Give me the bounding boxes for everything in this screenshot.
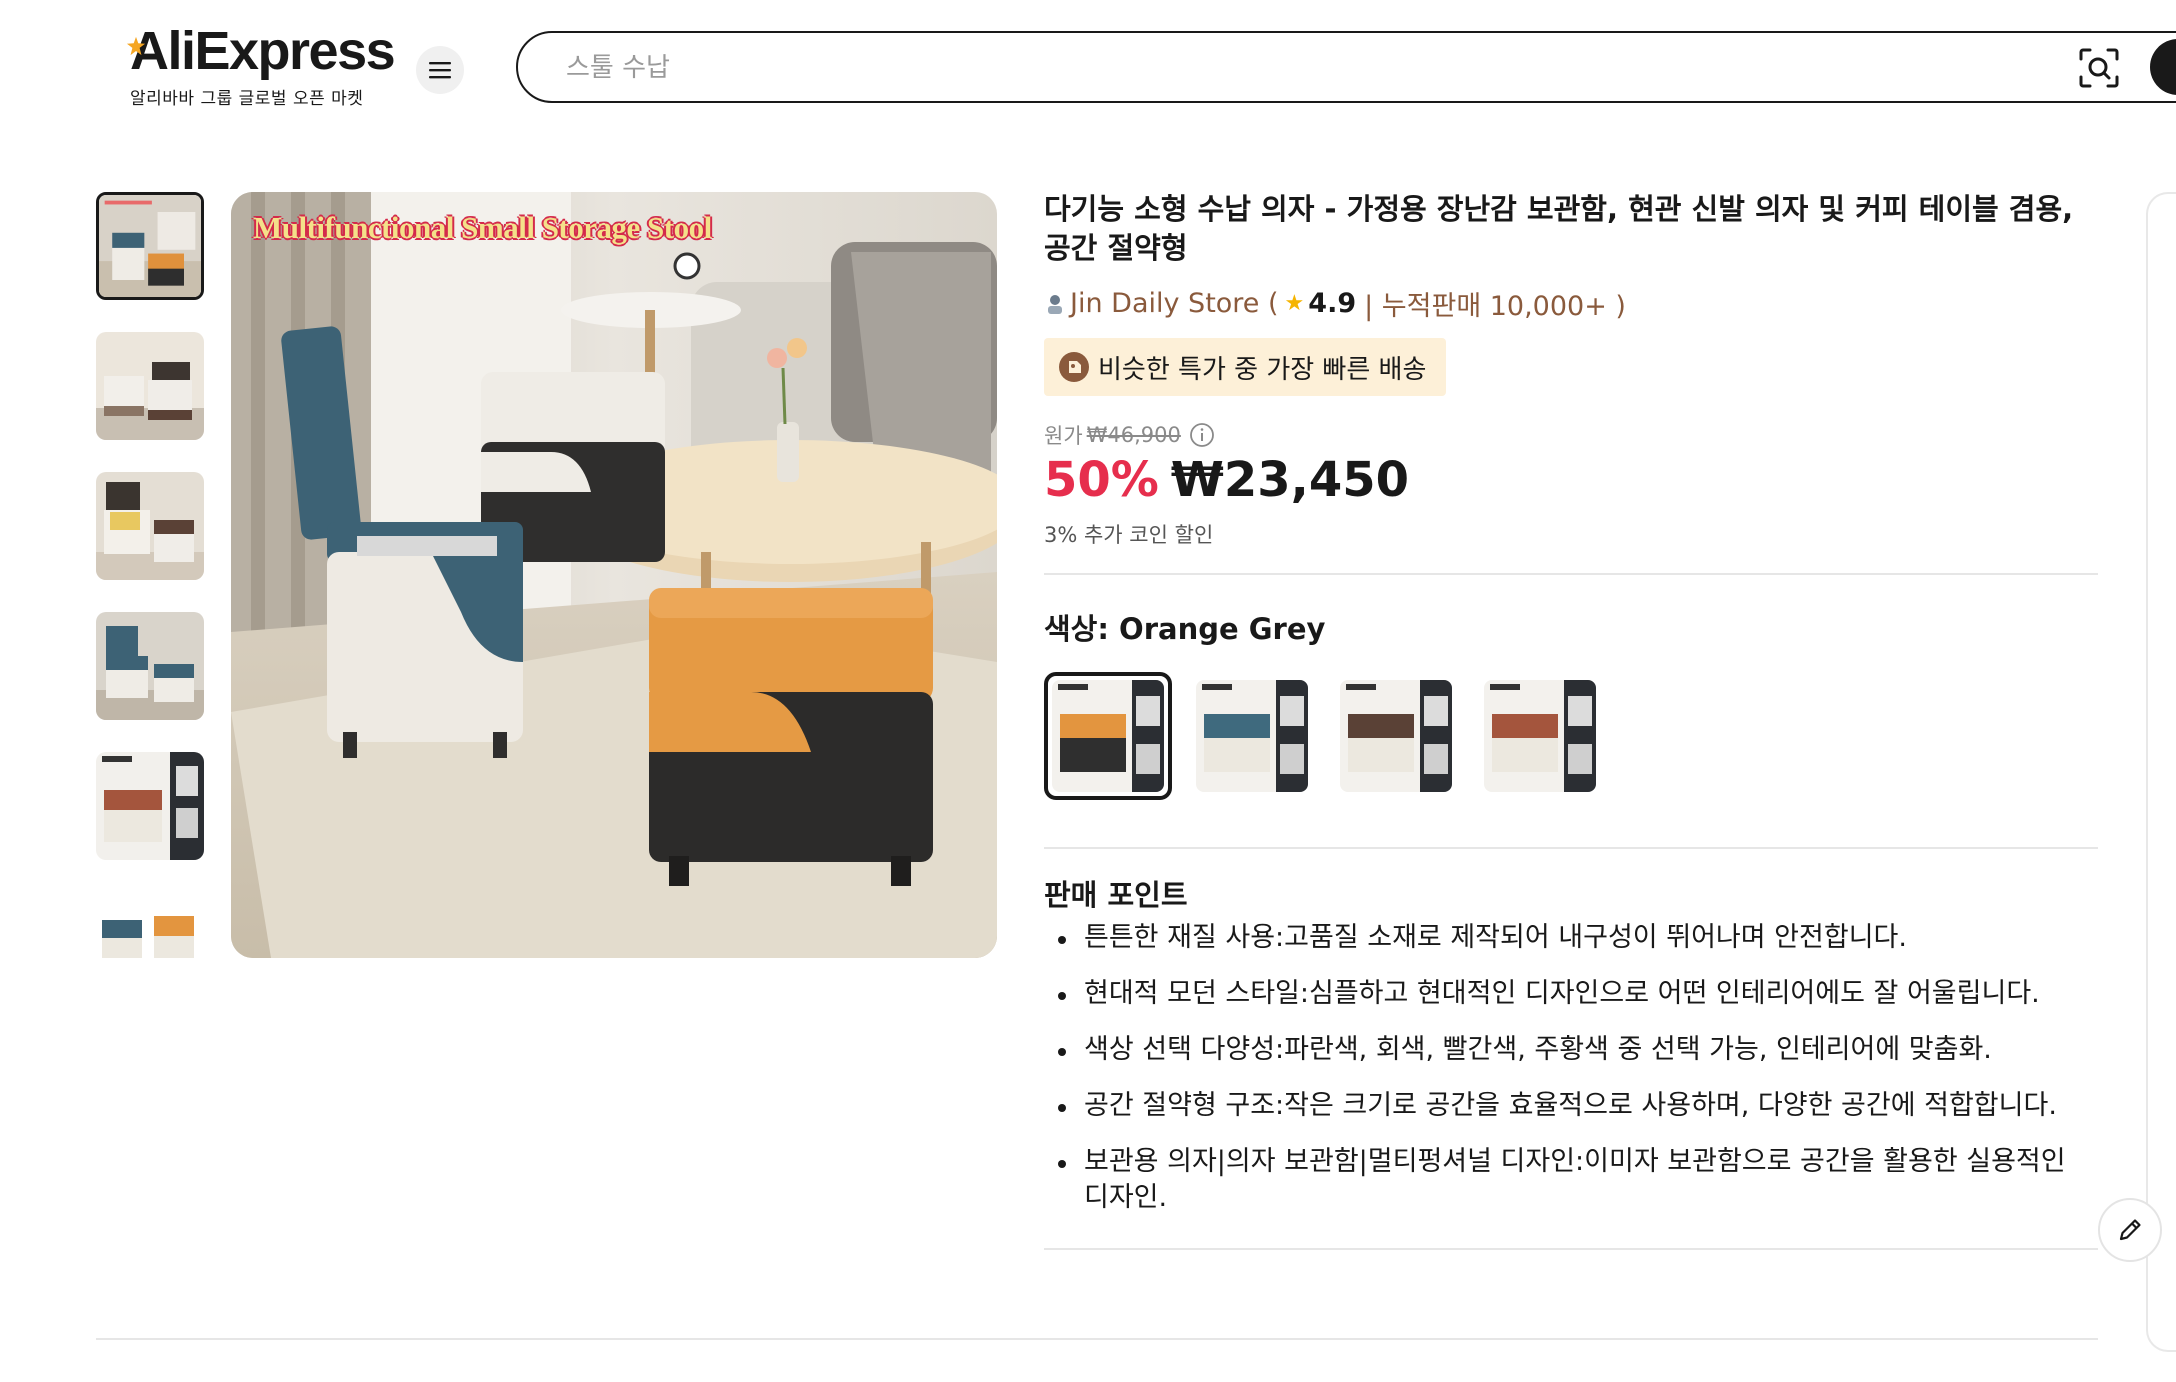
swatch-image xyxy=(1052,680,1164,792)
color-swatch-orange-grey[interactable] xyxy=(1044,672,1172,800)
logo-wordmark: AliExpress xyxy=(130,21,396,81)
discount-percent: 50% xyxy=(1044,452,1159,508)
coin-discount: 3% 추가 코인 할인 xyxy=(1044,523,1214,547)
store-rating: 4.9 xyxy=(1308,288,1357,319)
aliexpress-logo[interactable]: AliExpress 알리바바 그룹 글로벌 오픈 마켓 xyxy=(126,21,396,109)
selling-point: 튼튼한 재질 사용:고품질 소재로 제작되어 내구성이 뛰어나며 안전합니다. xyxy=(1058,920,2098,956)
logo-subtitle: 알리바바 그룹 글로벌 오픈 마켓 xyxy=(130,89,364,109)
original-price-label: 원가 xyxy=(1044,424,1083,448)
swatch-image xyxy=(1340,680,1452,792)
selling-points-title: 판매 포인트 xyxy=(1044,878,1188,912)
total-sold: | 누적판매 10,000+ ) xyxy=(1364,291,1626,322)
divider xyxy=(1044,847,2098,849)
store-info[interactable]: Jin Daily Store ( ★ 4.9 | 누적판매 10,000+ ) xyxy=(1044,284,1626,323)
purchase-panel xyxy=(2146,192,2176,1352)
thumbnail-image xyxy=(96,752,204,860)
selling-point: 공간 절약형 구조:작은 크기로 공간을 효율적으로 사용하며, 다양한 공간에… xyxy=(1058,1088,2098,1124)
menu-button[interactable] xyxy=(416,46,464,94)
fast-delivery-badge: 비슷한 특가 중 가장 빠른 배송 xyxy=(1044,338,1447,396)
star-icon: ★ xyxy=(1284,291,1305,316)
section-divider xyxy=(96,1338,2098,1340)
edit-button[interactable] xyxy=(2098,1198,2162,1262)
pencil-icon xyxy=(2119,1219,2141,1241)
delivery-tag-icon xyxy=(1059,352,1089,382)
selling-point: 보관용 의자|의자 보관함|멀티펑셔널 디자인:이미자 보관함으로 공간을 활용… xyxy=(1058,1144,2098,1216)
search-input[interactable] xyxy=(566,51,1966,85)
selling-point: 현대적 모던 스타일:심플하고 현대적인 디자인으로 어떤 인테리어에도 잘 어… xyxy=(1058,976,2098,1012)
color-swatch-brown-white[interactable] xyxy=(1332,672,1460,800)
thumbnail-image xyxy=(99,195,201,297)
thumbnail-5[interactable] xyxy=(96,752,204,860)
search-button[interactable] xyxy=(2150,39,2176,95)
selling-points-list: 튼튼한 재질 사용:고품질 소재로 제작되어 내구성이 뛰어나며 안전합니다. … xyxy=(1058,920,2098,1236)
thumbnail-4[interactable] xyxy=(96,612,204,720)
product-title: 다기능 소형 수납 의자 - 가정용 장난감 보관함, 현관 신발 의자 및 커… xyxy=(1044,192,2074,265)
color-swatch-red-white[interactable] xyxy=(1476,672,1604,800)
swatch-image xyxy=(1484,680,1596,792)
divider xyxy=(1044,573,2098,575)
thumbnail-image xyxy=(96,892,204,958)
thumbnail-image xyxy=(96,472,204,580)
thumbnail-image xyxy=(96,332,204,440)
color-label: 색상: Orange Grey xyxy=(1044,612,1326,646)
logo-star-icon xyxy=(126,36,146,56)
thumbnail-list xyxy=(96,192,204,958)
thumbnail-6[interactable] xyxy=(96,892,204,958)
selling-point: 색상 선택 다양성:파란색, 회색, 빨간색, 주황색 중 선택 가능, 인테리… xyxy=(1058,1032,2098,1068)
divider xyxy=(1044,1248,2098,1250)
original-price: ₩46,900 xyxy=(1086,423,1181,447)
store-name[interactable]: Jin Daily Store ( xyxy=(1070,288,1279,319)
image-search-icon[interactable] xyxy=(2078,47,2120,89)
thumbnail-image xyxy=(96,612,204,720)
sale-price: ₩23,450 xyxy=(1170,452,1410,508)
store-avatar-icon xyxy=(1048,294,1062,314)
thumbnail-1[interactable] xyxy=(96,192,204,300)
color-swatch-blue-white[interactable] xyxy=(1188,672,1316,800)
info-icon[interactable] xyxy=(1189,422,1215,448)
original-price-line: 원가 ₩46,900 xyxy=(1044,420,1215,450)
search-bar xyxy=(516,31,2176,103)
badge-text: 비슷한 특가 중 가장 빠른 배송 xyxy=(1098,354,1427,385)
hamburger-menu-icon xyxy=(429,62,451,79)
price-line: 50% ₩23,450 xyxy=(1044,452,1409,508)
swatch-image xyxy=(1196,680,1308,792)
thumbnail-3[interactable] xyxy=(96,472,204,580)
thumbnail-2[interactable] xyxy=(96,332,204,440)
image-caption: Multifunctional Small Storage Stool xyxy=(253,210,712,245)
product-photo xyxy=(231,192,997,958)
main-product-image[interactable]: Multifunctional Small Storage Stool xyxy=(231,192,997,958)
